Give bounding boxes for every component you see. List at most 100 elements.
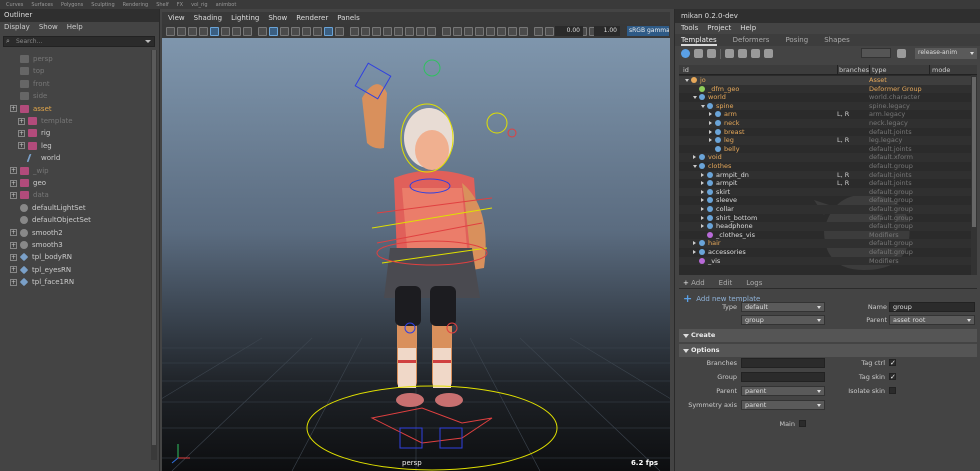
tree-row[interactable]: collar default.group — [679, 205, 971, 214]
collapse-arrow-icon[interactable] — [701, 104, 705, 108]
outliner-item[interactable]: + smooth2 — [10, 227, 63, 239]
tree-row[interactable]: hair default.group — [679, 239, 971, 248]
outliner-search-input[interactable] — [4, 37, 154, 46]
viewport-tool-icon[interactable] — [405, 26, 414, 36]
name-field[interactable]: group — [889, 302, 975, 312]
viewport-menu-shading[interactable]: Shading — [194, 12, 222, 24]
collapse-arrow-icon[interactable] — [685, 79, 689, 82]
tag-skin-checkbox[interactable]: ✓ — [889, 373, 896, 381]
tab-shapes[interactable]: Shapes — [824, 34, 850, 46]
viewport-tool-icon[interactable] — [383, 26, 392, 36]
rig-icon[interactable] — [707, 49, 716, 58]
symmetry-axis-dropdown[interactable]: parent — [741, 400, 825, 410]
tree-row[interactable]: armpit_dn L, R default.joints — [679, 170, 971, 180]
expand-arrow-icon[interactable] — [709, 112, 712, 117]
viewport-tool-icon[interactable] — [416, 26, 425, 36]
header-id[interactable]: id — [683, 65, 689, 75]
expand-arrow-icon[interactable] — [701, 215, 704, 220]
options-parent-dropdown[interactable]: parent — [741, 386, 825, 396]
expand-icon[interactable]: + — [18, 142, 25, 150]
viewport-tool-icon[interactable] — [313, 26, 322, 36]
tree-row[interactable]: _vis Modifiers — [679, 256, 971, 266]
options-section-header[interactable]: Options — [679, 344, 977, 357]
tree-row[interactable]: jo Asset — [679, 76, 971, 85]
add-icon[interactable] — [681, 49, 690, 58]
viewport-menu-show[interactable]: Show — [268, 12, 287, 24]
tab-edit[interactable]: Edit — [719, 278, 733, 288]
delete-icon[interactable] — [738, 49, 747, 58]
expand-icon[interactable]: + — [10, 241, 17, 249]
shelf-tab[interactable]: Polygons — [61, 2, 83, 8]
tree-row[interactable]: skirt default.group — [679, 187, 971, 197]
viewport-tool-icon[interactable] — [545, 26, 554, 36]
outliner-item[interactable]: + asset — [10, 103, 52, 115]
tab-deformers[interactable]: Deformers — [733, 34, 770, 46]
viewport-menu-renderer[interactable]: Renderer — [296, 12, 328, 24]
expand-arrow-icon[interactable] — [709, 138, 712, 143]
tree-row[interactable]: _clothes_vis Modifiers — [679, 231, 971, 240]
group-field[interactable] — [741, 372, 825, 382]
outliner-item[interactable]: + template — [18, 115, 73, 127]
tree-row[interactable]: neck neck.legacy — [679, 119, 971, 128]
viewport-tool-icon[interactable] — [221, 26, 230, 36]
tree-row[interactable]: sleeve default.group — [679, 196, 971, 205]
expand-arrow-icon[interactable] — [701, 189, 704, 194]
tree-row[interactable]: headphone default.group — [679, 222, 971, 231]
shelf-tab[interactable]: Surfaces — [31, 2, 53, 8]
tree-row[interactable]: spine spine.legacy — [679, 101, 971, 111]
viewport-tool-icon[interactable] — [508, 26, 517, 36]
outliner-scrollbar[interactable] — [151, 50, 157, 460]
viewport-tool-icon[interactable] — [258, 26, 267, 36]
clear-icon[interactable] — [897, 49, 906, 58]
expand-arrow-icon[interactable] — [701, 172, 704, 177]
create-section-header[interactable]: Create — [679, 329, 977, 342]
mirror-icon[interactable] — [751, 49, 760, 58]
outliner-search[interactable]: ⌕ — [3, 36, 155, 47]
viewport-tool-icon[interactable] — [534, 26, 543, 36]
outliner-scroll-thumb[interactable] — [152, 50, 156, 445]
link-icon[interactable] — [764, 49, 773, 58]
tree-scrollbar[interactable] — [971, 75, 977, 275]
viewport-tool-icon[interactable] — [361, 26, 370, 36]
parent-dropdown[interactable]: asset root — [889, 315, 975, 325]
viewport-tool-icon[interactable] — [188, 26, 197, 36]
outliner-item[interactable]: + tpl_face1RN — [10, 276, 74, 288]
expand-icon[interactable]: + — [10, 167, 17, 175]
outliner-item[interactable]: + tpl_bodyRN — [10, 251, 72, 263]
outliner-item[interactable]: + leg — [18, 140, 52, 152]
viewport-tool-icon[interactable] — [427, 26, 436, 36]
viewport-tool-icon[interactable] — [177, 26, 186, 36]
tree-row[interactable]: _dfm_geo Deformer Group — [679, 84, 971, 94]
preset-dropdown[interactable]: release-anim — [915, 48, 977, 59]
viewport-tool-icon[interactable] — [475, 26, 484, 36]
viewport-tool-icon[interactable] — [453, 26, 462, 36]
viewport-tool-icon[interactable] — [243, 26, 252, 36]
mikan-menu-help[interactable]: Help — [740, 23, 756, 34]
outliner-menu-display[interactable]: Display — [4, 22, 30, 33]
viewport-menu-view[interactable]: View — [168, 12, 185, 24]
viewport-tool-icon[interactable] — [497, 26, 506, 36]
color-space-field[interactable]: sRGB gamma — [627, 26, 669, 36]
type-dropdown[interactable]: default — [741, 302, 825, 312]
expand-arrow-icon[interactable] — [709, 121, 712, 125]
tab-add[interactable]: + Add — [683, 278, 705, 288]
shelf-tab[interactable]: FX — [177, 2, 183, 8]
outliner-item[interactable]: + smooth3 — [10, 239, 63, 251]
main-checkbox[interactable] — [799, 420, 806, 427]
outliner-item[interactable]: + rig — [18, 127, 50, 139]
shelf-tab[interactable]: animbot — [216, 2, 237, 8]
viewport-tool-icon[interactable] — [210, 26, 219, 36]
viewport-tool-icon[interactable] — [519, 26, 528, 36]
tree-scroll-thumb[interactable] — [972, 77, 976, 227]
tree-row[interactable]: belly default.joints — [679, 145, 971, 154]
duplicate-icon[interactable] — [725, 49, 734, 58]
viewport-menu-panels[interactable]: Panels — [337, 12, 360, 24]
expand-arrow-icon[interactable] — [701, 181, 704, 186]
outliner-item[interactable]: +world — [18, 152, 60, 164]
tree-row[interactable]: world world.character — [679, 93, 971, 102]
tab-posing[interactable]: Posing — [785, 34, 808, 46]
outliner-item[interactable]: + data — [10, 189, 49, 201]
tree-row[interactable]: clothes default.group — [679, 162, 971, 171]
viewport-tool-icon[interactable] — [280, 26, 289, 36]
outliner-menu-help[interactable]: Help — [67, 22, 83, 33]
